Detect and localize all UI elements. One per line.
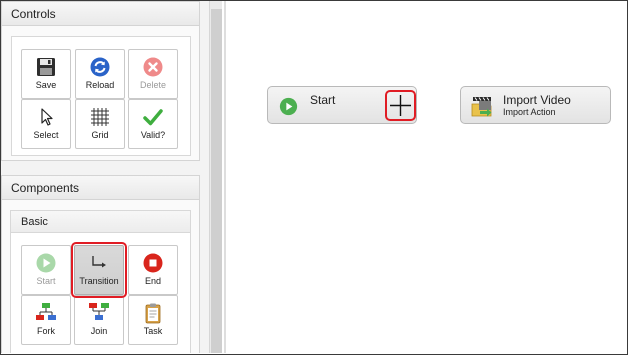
grid-icon	[91, 108, 109, 126]
start-node-title: Start	[310, 93, 336, 107]
task-tool-label: Task	[143, 326, 163, 336]
crosshair-icon[interactable]	[389, 94, 412, 117]
import-video-subtitle: Import Action	[503, 107, 556, 117]
reload-icon	[90, 57, 110, 77]
select-label: Select	[33, 130, 59, 140]
workflow-canvas[interactable]: Start Import Video Import Action	[226, 1, 627, 353]
left-panel: Controls Save Reload Delete Select Grid …	[1, 1, 210, 353]
clipboard-icon	[145, 303, 161, 324]
components-section: Components Basic Start Transition End Fo…	[1, 175, 200, 353]
fork-icon	[36, 303, 56, 320]
start-tool-button[interactable]: Start	[21, 245, 71, 295]
play-icon	[36, 253, 56, 273]
import-video-title: Import Video	[503, 93, 571, 107]
reload-button[interactable]: Reload	[75, 49, 125, 99]
join-tool-button[interactable]: Join	[74, 295, 124, 345]
left-panel-scrollbar[interactable]	[209, 1, 222, 353]
delete-icon	[143, 57, 163, 77]
checkmark-icon	[143, 109, 163, 126]
delete-button[interactable]: Delete	[128, 49, 178, 99]
grid-button[interactable]: Grid	[75, 99, 125, 149]
import-video-node[interactable]: Import Video Import Action	[460, 86, 611, 124]
end-tool-button[interactable]: End	[128, 245, 178, 295]
start-tool-label: Start	[36, 276, 56, 286]
play-icon	[279, 97, 298, 116]
components-header[interactable]: Components	[2, 176, 199, 200]
reload-label: Reload	[85, 80, 115, 90]
validate-button[interactable]: Valid?	[128, 99, 178, 149]
fork-tool-button[interactable]: Fork	[21, 295, 71, 345]
join-icon	[89, 303, 109, 320]
start-node[interactable]: Start	[267, 86, 417, 124]
controls-toolbar: Save Reload Delete Select Grid Valid?	[11, 36, 191, 156]
join-tool-label: Join	[90, 326, 108, 336]
controls-section: Controls Save Reload Delete Select Grid …	[1, 1, 200, 161]
floppy-disk-icon	[37, 58, 55, 76]
transition-highlight	[71, 242, 127, 298]
save-label: Save	[35, 80, 57, 90]
delete-label: Delete	[139, 80, 166, 90]
basic-header[interactable]: Basic	[11, 211, 190, 233]
controls-header[interactable]: Controls	[2, 2, 199, 26]
valid-label: Valid?	[140, 130, 166, 140]
save-button[interactable]: Save	[21, 49, 71, 99]
basic-group: Basic Start Transition End Fork Join Tas…	[10, 210, 191, 353]
stop-icon	[143, 253, 163, 273]
end-tool-label: End	[144, 276, 161, 286]
scrollbar-thumb[interactable]	[211, 9, 222, 353]
video-import-icon	[471, 97, 492, 117]
select-button[interactable]: Select	[21, 99, 71, 149]
grid-label: Grid	[91, 130, 109, 140]
cursor-pointer-icon	[41, 108, 53, 126]
fork-tool-label: Fork	[37, 326, 55, 336]
task-tool-button[interactable]: Task	[128, 295, 178, 345]
